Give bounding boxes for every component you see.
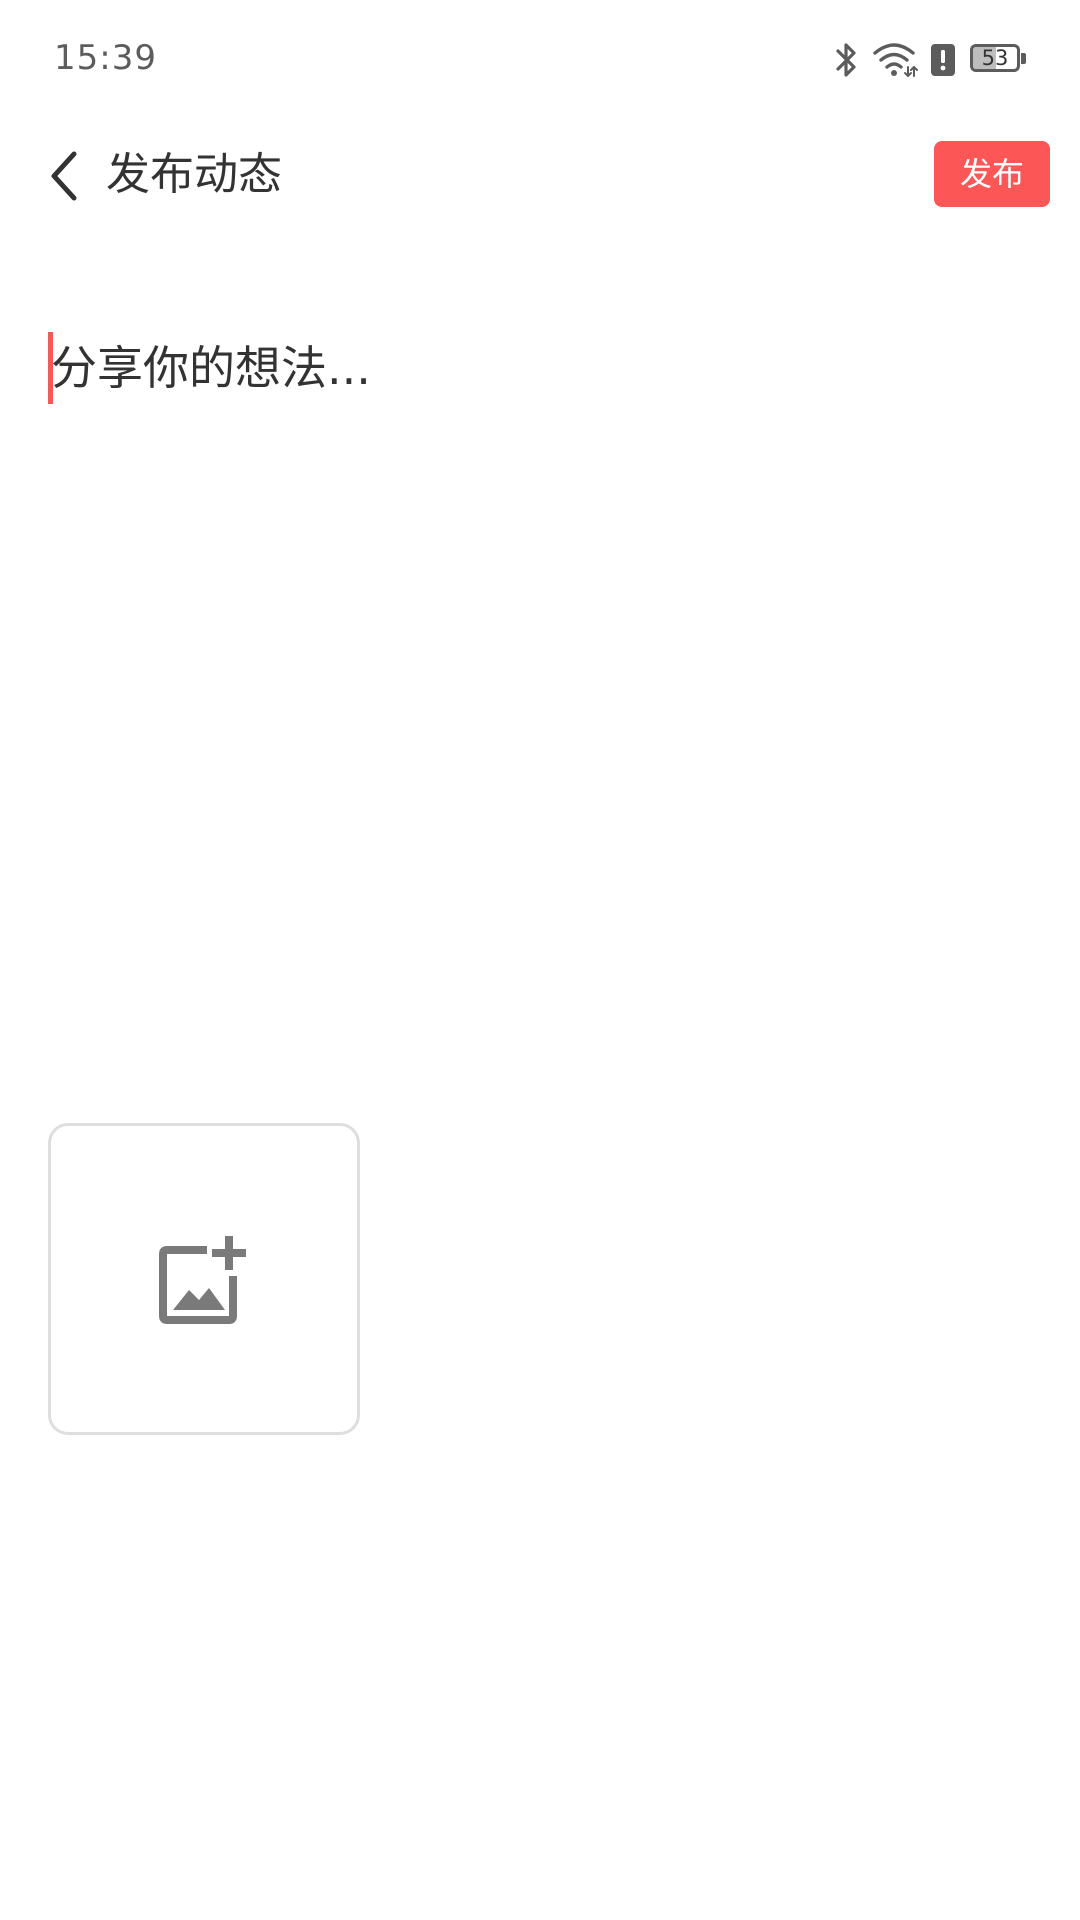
status-time: 15:39 [54, 38, 157, 78]
status-icons: 53 [834, 40, 1030, 80]
wifi-icon [873, 43, 918, 78]
chevron-left-icon [51, 151, 77, 201]
battery-level: 53 [981, 46, 1009, 70]
alert-icon [931, 44, 955, 76]
page-title: 发布动态 [106, 149, 282, 200]
post-content-input[interactable] [48, 330, 1035, 1070]
status-bar: 15:39 53 [0, 0, 1080, 118]
header-bar: 发布动态 发布 [0, 118, 1080, 232]
add-photo-icon [159, 1236, 246, 1324]
bluetooth-icon [836, 43, 856, 77]
publish-button[interactable]: 发布 [934, 141, 1050, 207]
add-image-button[interactable] [48, 1123, 360, 1435]
battery-icon: 53 [970, 44, 1030, 76]
back-button[interactable] [34, 146, 94, 206]
post-composer [48, 330, 1035, 1070]
